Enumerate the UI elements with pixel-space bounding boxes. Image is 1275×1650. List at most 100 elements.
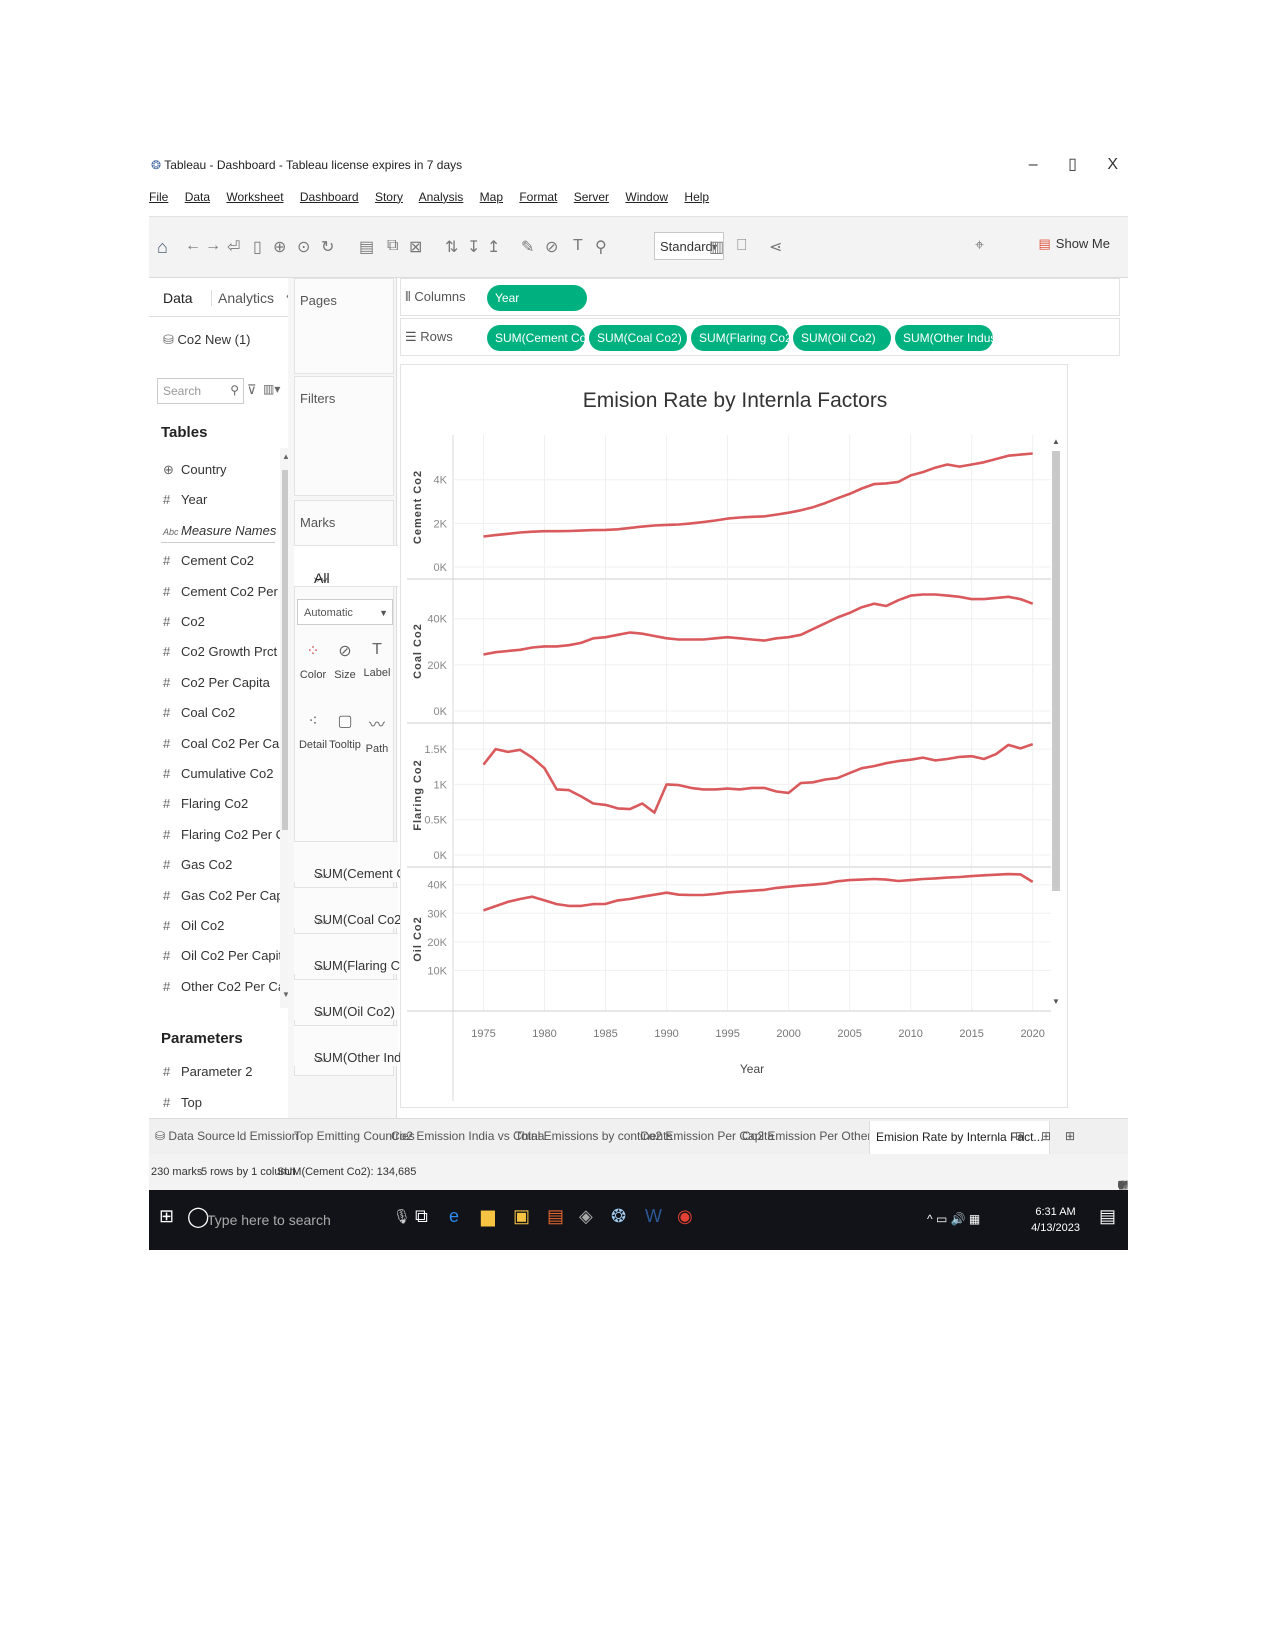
minimize-button[interactable]: – xyxy=(1029,156,1038,173)
size-button[interactable]: ⊘ Size xyxy=(329,641,361,681)
menu-window[interactable]: Window xyxy=(625,190,668,204)
marks-row-other[interactable]: 〰 SUM(Other Ind... xyxy=(294,1025,412,1068)
new-worksheet-tab-icon[interactable]: ⊞ xyxy=(1015,1129,1025,1143)
field-item[interactable]: # Co2 Per Capita xyxy=(163,675,270,690)
menu-server[interactable]: Server xyxy=(574,190,609,204)
microphone-icon[interactable]: 🎙 xyxy=(393,1208,411,1225)
filters-card[interactable]: Filters xyxy=(294,376,394,496)
pin-icon[interactable]: ⌖ xyxy=(975,237,984,255)
powerpoint-icon[interactable]: ▤ xyxy=(547,1206,564,1227)
view-options-icon[interactable]: ▥▾ xyxy=(263,382,280,396)
field-item[interactable]: Abc Measure Names xyxy=(163,523,276,538)
marks-row-cement[interactable]: 〰 SUM(Cement C... xyxy=(294,841,417,884)
menu-help[interactable]: Help xyxy=(684,190,709,204)
label-button[interactable]: T Label xyxy=(361,641,393,679)
pill-coal[interactable]: SUM(Coal Co2) xyxy=(589,325,687,351)
columns-shelf[interactable]: ⦀ Columns Year xyxy=(400,278,1120,316)
filter-icon[interactable]: ⊽ xyxy=(247,382,257,398)
rows-shelf[interactable]: ☰ Rows SUM(Cement Co2) SUM(Coal Co2) SUM… xyxy=(400,318,1120,356)
field-item[interactable]: # Oil Co2 xyxy=(163,918,224,933)
highlight-icon[interactable]: ✎ xyxy=(521,237,534,257)
marks-row-oil[interactable]: 〰 SUM(Oil Co2) xyxy=(294,979,398,1022)
tooltip-button[interactable]: ▢ Tooltip xyxy=(329,711,361,751)
datasource-item[interactable]: ⛁ Co2 New (1) xyxy=(163,332,251,348)
edge-icon[interactable]: e xyxy=(449,1206,459,1227)
notifications-icon[interactable]: ▤ xyxy=(1099,1206,1116,1227)
windows-start-icon[interactable]: ⊞ xyxy=(159,1206,174,1227)
pause-updates-icon[interactable]: ⊙ xyxy=(297,237,310,257)
refresh-icon[interactable]: ↻ xyxy=(321,237,334,257)
parameter-item[interactable]: # Parameter 2 xyxy=(163,1064,253,1079)
field-item[interactable]: # Flaring Co2 xyxy=(163,796,248,811)
marks-row-coal[interactable]: 〰 SUM(Coal Co2) xyxy=(294,887,406,930)
file-explorer-icon[interactable]: ▆ xyxy=(481,1206,495,1227)
tab-data-source[interactable]: ⛁ Data Source xyxy=(155,1129,235,1143)
field-item[interactable]: # Co2 Growth Prct xyxy=(163,644,277,659)
sort-ascending-icon[interactable]: ↧ xyxy=(467,237,480,257)
menu-worksheet[interactable]: Worksheet xyxy=(226,190,283,204)
menu-data[interactable]: Data xyxy=(185,190,210,204)
show-me-button[interactable]: ▤ Show Me xyxy=(1039,236,1111,252)
new-story-tab-icon[interactable]: ⊞ xyxy=(1065,1129,1075,1143)
path-button[interactable]: 〰 Path xyxy=(361,711,393,755)
swap-icon[interactable]: ⇅ xyxy=(445,237,458,257)
field-item[interactable]: # Gas Co2 xyxy=(163,857,232,872)
share-icon[interactable]: ⋖ xyxy=(769,237,782,257)
sort-descending-icon[interactable]: ↥ xyxy=(487,237,500,257)
menu-file[interactable]: File xyxy=(149,190,168,204)
undo-icon[interactable]: ← xyxy=(185,237,201,255)
menu-format[interactable]: Format xyxy=(519,190,557,204)
view-scrollbar[interactable]: ▲ ▼ xyxy=(1051,437,1061,1009)
pill-oil[interactable]: SUM(Oil Co2) xyxy=(793,325,891,351)
tab-data[interactable]: Data xyxy=(163,290,193,306)
tab-world-emission[interactable]: ld Emission xyxy=(237,1129,298,1143)
search-input[interactable]: Search ⚲ xyxy=(157,378,244,404)
scroll-thumb[interactable] xyxy=(1052,451,1060,891)
field-item[interactable]: # Year xyxy=(163,492,207,507)
maximize-button[interactable]: ▯ xyxy=(1068,156,1077,173)
parameter-item[interactable]: # Top xyxy=(163,1095,202,1110)
mark-type-select[interactable]: Automatic ▼ xyxy=(297,599,393,625)
field-item[interactable]: # Coal Co2 xyxy=(163,705,235,720)
new-worksheet-icon[interactable]: ▤ xyxy=(359,237,374,257)
presentation-icon[interactable]: ⎕ xyxy=(737,237,747,255)
color-button[interactable]: ⁘ Color xyxy=(297,641,329,681)
clear-sheet-icon[interactable]: ⊠ xyxy=(409,237,422,257)
marks-all-row[interactable]: 〰 All xyxy=(294,545,398,588)
marks-row-flaring[interactable]: 〰 SUM(Flaring Co... xyxy=(294,933,418,976)
pill-cement[interactable]: SUM(Cement Co2) xyxy=(487,325,585,351)
menu-story[interactable]: Story xyxy=(375,190,403,204)
word-icon[interactable]: W xyxy=(645,1206,662,1227)
show-labels-icon[interactable]: T xyxy=(573,237,583,255)
save-icon[interactable]: ▯ xyxy=(253,237,262,257)
close-button[interactable]: X xyxy=(1107,156,1118,173)
chrome-icon[interactable]: ◉ xyxy=(677,1206,693,1227)
store-icon[interactable]: ▣ xyxy=(513,1206,530,1227)
field-item[interactable]: # Co2 xyxy=(163,614,205,629)
menu-dashboard[interactable]: Dashboard xyxy=(300,190,359,204)
task-view-icon[interactable]: ⧉ xyxy=(415,1206,428,1227)
home-icon[interactable]: ⌂ xyxy=(157,237,168,258)
fix-axes-icon[interactable]: ⚲ xyxy=(595,237,607,257)
field-item[interactable]: # Cement Co2 xyxy=(163,553,254,568)
pages-card[interactable]: Pages xyxy=(294,278,394,374)
tab-analytics[interactable]: Analytics xyxy=(211,290,274,306)
taskbar-search[interactable]: ◯ Type here to search 🎙 xyxy=(175,1190,431,1250)
menu-map[interactable]: Map xyxy=(480,190,503,204)
app-icon[interactable]: ◈ xyxy=(579,1206,593,1227)
tableau-taskbar-icon[interactable]: ❂ xyxy=(611,1206,626,1227)
new-dashboard-tab-icon[interactable]: ⊞ xyxy=(1041,1129,1051,1143)
line-chart[interactable]: 0K2K4KCement Co20K20K40KCoal Co20K0.5K1K… xyxy=(401,425,1069,1105)
detail-button[interactable]: ⁖ Detail xyxy=(297,711,329,751)
field-item[interactable]: # Oil Co2 Per Capita xyxy=(163,948,289,963)
show-cards-icon[interactable]: ▥ xyxy=(709,237,724,257)
field-item[interactable]: # Gas Co2 Per Capita xyxy=(163,888,297,903)
replay-icon[interactable]: ⏎ xyxy=(227,237,240,257)
new-datasource-icon[interactable]: ⊕ xyxy=(273,237,286,257)
pill-year[interactable]: Year xyxy=(487,285,587,311)
pill-other[interactable]: SUM(Other Industry .. xyxy=(895,325,993,351)
menu-analysis[interactable]: Analysis xyxy=(419,190,464,204)
pill-flaring[interactable]: SUM(Flaring Co2) xyxy=(691,325,789,351)
clock[interactable]: 6:31 AM 4/13/2023 xyxy=(1031,1204,1080,1236)
field-item[interactable]: ⊕ Country xyxy=(163,462,227,478)
